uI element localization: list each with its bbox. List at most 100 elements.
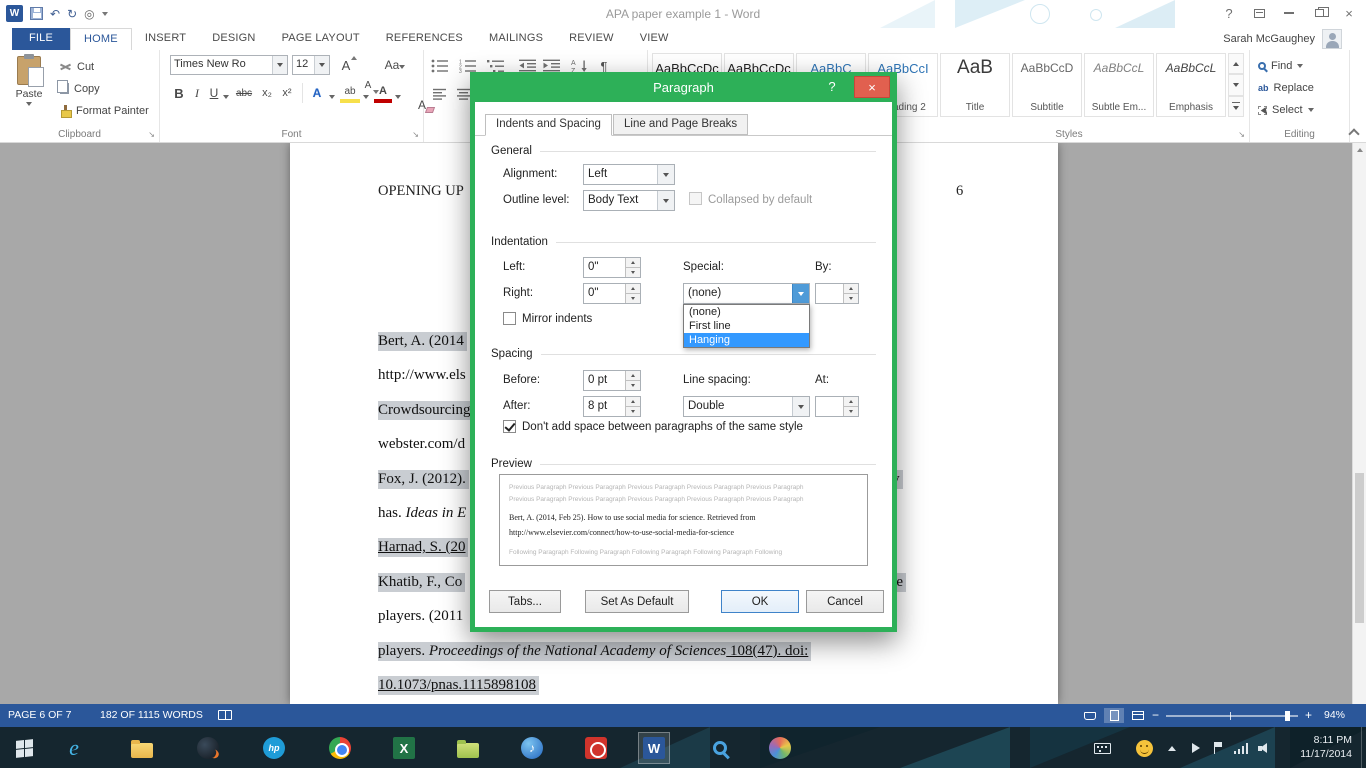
after-spacing-spinner[interactable]: 8 pt [583, 396, 641, 417]
dialog-title-bar[interactable]: Paragraph ? × [475, 72, 892, 102]
zoom-slider[interactable] [1166, 715, 1298, 717]
italic-button[interactable]: I [190, 83, 204, 103]
bold-button[interactable]: B [170, 83, 188, 103]
cut-button[interactable]: Cut [56, 56, 98, 77]
font-name-combobox[interactable]: Times New Ro [170, 55, 288, 75]
restore-button[interactable] [1304, 0, 1334, 26]
before-down[interactable] [626, 380, 640, 390]
font-name-dropdown-icon[interactable] [272, 56, 287, 74]
web-layout-button[interactable] [1128, 708, 1148, 723]
zoom-slider-thumb[interactable] [1285, 711, 1290, 721]
document-line[interactable]: Harnad, S. (20 [378, 537, 468, 558]
at-up[interactable] [844, 397, 858, 406]
text-highlight-button[interactable]: ab [340, 83, 360, 103]
left-indent-up[interactable] [626, 258, 640, 267]
internet-explorer-icon[interactable]: e [58, 732, 90, 764]
taskbar-clock[interactable]: 8:11 PM 11/17/2014 [1300, 734, 1352, 761]
tab-line-and-page-breaks[interactable]: Line and Page Breaks [613, 114, 748, 135]
clipboard-dialog-launcher[interactable]: ↘ [148, 131, 155, 139]
change-case-button[interactable]: Aa [382, 55, 408, 75]
after-down[interactable] [626, 406, 640, 416]
dropdown-option-hanging[interactable]: Hanging [684, 333, 809, 347]
scroll-up-arrow[interactable] [1353, 143, 1366, 157]
word-logo-icon[interactable]: W [6, 5, 23, 22]
styles-dialog-launcher[interactable]: ↘ [1238, 131, 1245, 139]
start-button[interactable] [8, 732, 40, 764]
format-painter-button[interactable]: Format Painter [56, 100, 153, 121]
styles-scroll-up-button[interactable] [1228, 53, 1244, 74]
messenger-tray-icon[interactable] [1128, 732, 1160, 764]
at-down[interactable] [844, 406, 858, 416]
paste-button[interactable]: Paste [6, 53, 52, 126]
scrollbar-thumb[interactable] [1355, 473, 1364, 623]
vertical-scrollbar[interactable] [1352, 143, 1366, 704]
photo-app-icon[interactable] [764, 732, 796, 764]
zoom-in-button[interactable]: + [1305, 708, 1312, 722]
tab-file[interactable]: FILE [12, 28, 70, 50]
proofing-status-icon[interactable] [218, 710, 232, 720]
by-spinner[interactable] [815, 283, 859, 304]
style-subtle-emphasis[interactable]: AaBbCcL Subtle Em... [1084, 53, 1154, 117]
read-mode-button[interactable] [1080, 708, 1100, 723]
document-line[interactable]: Fox, J. (2012). [378, 469, 469, 490]
right-indent-down[interactable] [626, 293, 640, 303]
excel-icon[interactable]: X [388, 732, 420, 764]
document-line[interactable]: 10.1073/pnas.1115898108 [378, 675, 539, 696]
account-area[interactable]: Sarah McGaughey [1223, 29, 1342, 49]
zoom-percentage[interactable]: 94% [1324, 709, 1345, 721]
tab-design[interactable]: DESIGN [199, 28, 268, 50]
tab-review[interactable]: REVIEW [556, 28, 627, 50]
network-icon[interactable] [1230, 732, 1252, 764]
document-line[interactable]: http://www.els [378, 365, 466, 386]
line-spacing-dropdown-icon[interactable] [792, 397, 809, 416]
underline-dropdown-icon[interactable] [222, 83, 230, 103]
mirror-indents-checkbox[interactable] [503, 312, 516, 325]
font-size-dropdown-icon[interactable] [314, 56, 329, 74]
right-indent-spinner[interactable]: 0" [583, 283, 641, 304]
collapse-ribbon-button[interactable] [1350, 128, 1358, 136]
line-spacing-select[interactable]: Double [683, 396, 810, 417]
text-effects-button[interactable]: A [308, 83, 326, 103]
text-effects-dropdown-icon[interactable] [328, 83, 336, 103]
media-app-icon[interactable] [580, 732, 612, 764]
touch-mode-icon[interactable]: ◎ [84, 8, 94, 20]
tab-insert[interactable]: INSERT [132, 28, 199, 50]
special-dropdown-icon[interactable] [792, 284, 809, 303]
outline-level-select[interactable]: Body Text [583, 190, 675, 211]
right-indent-up[interactable] [626, 284, 640, 293]
font-size-combobox[interactable]: 12 [292, 55, 330, 75]
sync-folder-icon[interactable] [452, 732, 484, 764]
document-line[interactable]: Crowdsourcing [378, 400, 474, 421]
dont-add-space-checkbox[interactable] [503, 420, 516, 433]
style-title[interactable]: AaB Title [940, 53, 1010, 117]
tab-home[interactable]: HOME [70, 28, 132, 50]
ok-button[interactable]: OK [721, 590, 799, 613]
outline-level-dropdown-icon[interactable] [657, 191, 674, 210]
tray-expand-icon[interactable] [1162, 732, 1182, 764]
word-taskbar-icon[interactable]: W [638, 732, 670, 764]
redo-icon[interactable]: ↻ [67, 8, 77, 20]
underline-button[interactable]: U [206, 83, 222, 103]
superscript-button[interactable]: x² [278, 83, 296, 103]
subscript-button[interactable]: x₂ [258, 83, 276, 103]
tab-page-layout[interactable]: PAGE LAYOUT [269, 28, 373, 50]
media-tray-icon[interactable] [1186, 732, 1206, 764]
styles-gallery-more-button[interactable] [1228, 96, 1244, 117]
dialog-close-button[interactable]: × [854, 76, 890, 98]
close-button[interactable]: × [1334, 0, 1364, 26]
by-down[interactable] [844, 293, 858, 303]
itunes-icon[interactable]: ♪ [516, 732, 548, 764]
collapsed-by-default-checkbox[interactable] [689, 192, 702, 205]
page-indicator[interactable]: PAGE 6 OF 7 [8, 709, 71, 721]
bullets-button[interactable] [428, 56, 452, 76]
alignment-select[interactable]: Left [583, 164, 675, 185]
before-up[interactable] [626, 371, 640, 380]
text-highlight-dropdown-icon[interactable] [362, 83, 370, 103]
style-subtitle[interactable]: AaBbCcD Subtitle [1012, 53, 1082, 117]
file-explorer-icon[interactable] [126, 732, 158, 764]
tabs-button[interactable]: Tabs... [489, 590, 561, 613]
undo-icon[interactable]: ↶ [50, 8, 60, 20]
document-line[interactable]: webster.com/d [378, 434, 465, 455]
style-emphasis[interactable]: AaBbCcL Emphasis [1156, 53, 1226, 117]
show-desktop-button[interactable] [1361, 727, 1366, 768]
